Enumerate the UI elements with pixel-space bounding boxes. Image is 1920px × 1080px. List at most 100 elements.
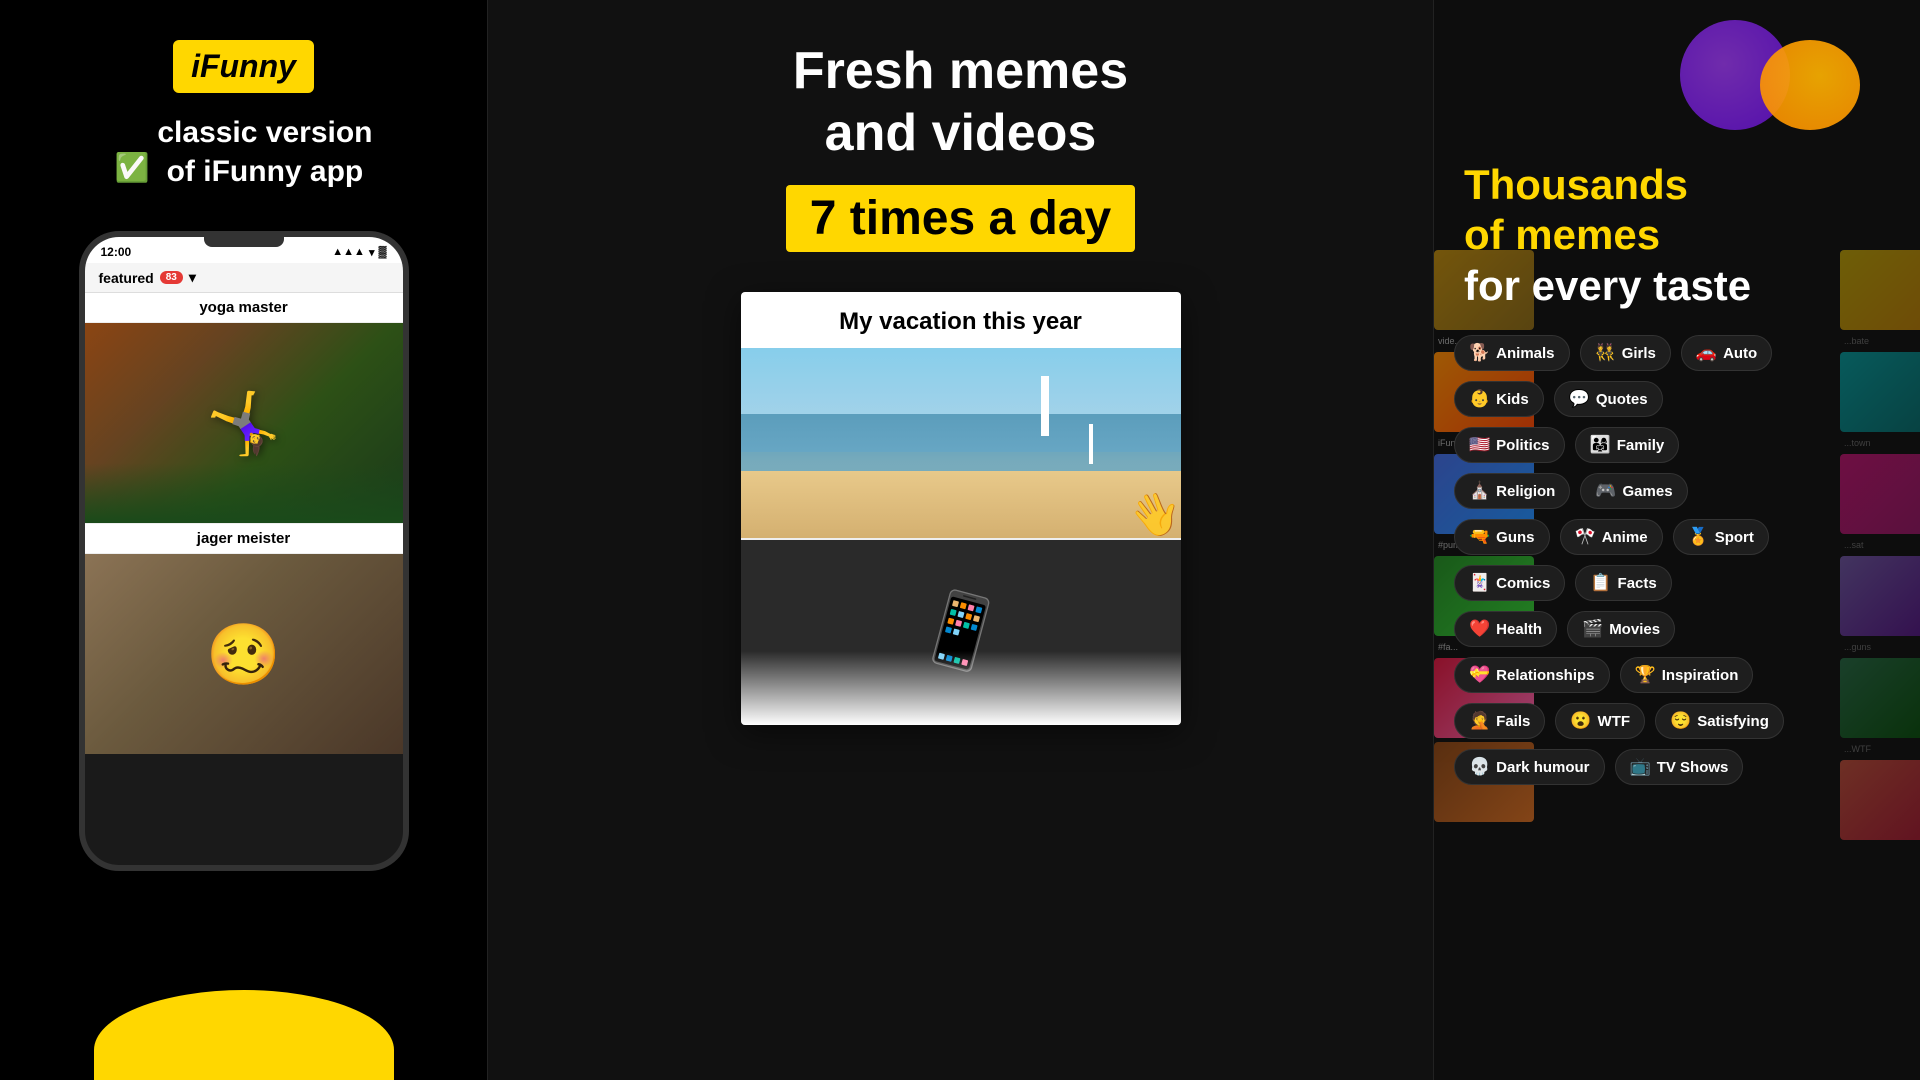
yellow-accent bbox=[94, 990, 394, 1080]
meme-card-bottom-image: 📱 bbox=[741, 540, 1181, 725]
cat-icon-kids: 👶 bbox=[1469, 389, 1490, 409]
cat-pill-tv-shows[interactable]: 📺TV Shows bbox=[1615, 749, 1744, 785]
cat-pill-auto[interactable]: 🚗 Auto bbox=[1681, 335, 1772, 371]
phone-mockup: 12:00 ▲▲▲ ▾ ▓ featured 83 ▾ yoga master … bbox=[79, 231, 409, 871]
cat-label-comics: Comics bbox=[1496, 575, 1550, 592]
cat-icon-auto: 🚗 bbox=[1696, 343, 1717, 363]
dropdown-icon: ▾ bbox=[189, 269, 196, 286]
cat-pill-wtf[interactable]: 😮 WTF bbox=[1555, 703, 1645, 739]
cat-icon-tv shows: 📺 bbox=[1630, 757, 1651, 777]
cat-label-family: Family bbox=[1617, 437, 1665, 454]
cat-pill-inspiration[interactable]: 🏆 Inspiration bbox=[1620, 657, 1754, 693]
beach-scene: 🖐️ bbox=[741, 348, 1181, 538]
cat-icon-animals: 🐕 bbox=[1469, 343, 1490, 363]
logo-area: iFunny bbox=[173, 40, 314, 93]
cat-icon-relationships: 💝 bbox=[1469, 665, 1490, 685]
cat-icon-health: ❤️ bbox=[1469, 619, 1490, 639]
jager-figure-icon: 🥴 bbox=[206, 619, 281, 690]
notification-badge: 83 bbox=[160, 271, 183, 284]
cat-label-quotes: Quotes bbox=[1596, 391, 1648, 408]
middle-title: Fresh memes and videos bbox=[793, 40, 1128, 165]
cat-icon-fails: 🤦 bbox=[1469, 711, 1490, 731]
cat-pill-games[interactable]: 🎮Games bbox=[1580, 473, 1687, 509]
panel-middle: Fresh memes and videos 7 times a day My … bbox=[487, 0, 1434, 1080]
cat-pill-religion[interactable]: ⛪Religion bbox=[1454, 473, 1570, 509]
beach-water bbox=[741, 414, 1181, 471]
phone-time: 12:00 bbox=[101, 245, 132, 259]
bg-thumb-r2 bbox=[1840, 352, 1920, 432]
bg-label-r1: ...bate bbox=[1840, 334, 1920, 348]
cat-icon-inspiration: 🏆 bbox=[1635, 665, 1656, 685]
bg-thumb-r6 bbox=[1840, 760, 1920, 840]
lighthouse-2 bbox=[1089, 424, 1093, 464]
cat-row-2: 🇺🇸Politics 👨‍👩‍👧 Family bbox=[1454, 427, 1784, 463]
phone-status-icons: ▲▲▲ ▾ ▓ bbox=[332, 246, 386, 259]
cat-icon-guns: 🔫 bbox=[1469, 527, 1490, 547]
cat-pill-anime[interactable]: 🎌Anime bbox=[1560, 519, 1663, 555]
cat-icon-girls: 👯 bbox=[1595, 343, 1616, 363]
bg-blobs bbox=[1680, 20, 1880, 140]
blob-yellow bbox=[1760, 40, 1860, 130]
phone-nav-bar: featured 83 ▾ bbox=[85, 263, 403, 293]
cat-icon-sport: 🏅 bbox=[1688, 527, 1709, 547]
cat-pill-movies[interactable]: 🎬 Movies bbox=[1567, 611, 1675, 647]
cat-pill-comics[interactable]: 🃏 Comics bbox=[1454, 565, 1565, 601]
cat-pill-girls[interactable]: 👯 Girls bbox=[1580, 335, 1671, 371]
cat-icon-quotes: 💬 bbox=[1569, 389, 1590, 409]
cat-icon-anime: 🎌 bbox=[1575, 527, 1596, 547]
meme2-title: jager meister bbox=[85, 523, 403, 554]
cat-label-inspiration: Inspiration bbox=[1662, 667, 1739, 684]
verified-icon: ✅ bbox=[114, 151, 149, 184]
cat-icon-dark humour: 💀 bbox=[1469, 757, 1490, 777]
cat-icon-satisfying: 😌 bbox=[1670, 711, 1691, 731]
cat-row-8: 🤦 Fails 😮 WTF 😌Satisfying bbox=[1454, 703, 1784, 739]
cat-icon-comics: 🃏 bbox=[1469, 573, 1490, 593]
cat-pill-quotes[interactable]: 💬 Quotes bbox=[1554, 381, 1663, 417]
meme1-title: yoga master bbox=[85, 293, 403, 323]
yoga-figure-icon: 🤸‍♀️ bbox=[206, 388, 281, 459]
bg-thumb-r1 bbox=[1840, 250, 1920, 330]
cat-label-wtf: WTF bbox=[1598, 713, 1630, 730]
cat-pill-family[interactable]: 👨‍👩‍👧 Family bbox=[1575, 427, 1680, 463]
cat-pill-politics[interactable]: 🇺🇸Politics bbox=[1454, 427, 1565, 463]
cat-label-relationships: Relationships bbox=[1496, 667, 1594, 684]
bg-thumb-r4 bbox=[1840, 556, 1920, 636]
cat-icon-family: 👨‍👩‍👧 bbox=[1590, 435, 1611, 455]
cat-label-girls: Girls bbox=[1622, 345, 1656, 362]
meme-card-top-image: 🖐️ bbox=[741, 348, 1181, 538]
cat-label-auto: Auto bbox=[1723, 345, 1757, 362]
bg-content-right: ...bate ...town ...sat ...guns ...WTF bbox=[1840, 250, 1920, 840]
meme-card: My vacation this year 🖐️ 📱 bbox=[741, 292, 1181, 725]
app-logo: iFunny bbox=[173, 40, 314, 93]
cat-label-facts: Facts bbox=[1618, 575, 1657, 592]
beach-sand bbox=[741, 471, 1181, 538]
cat-pill-fails[interactable]: 🤦 Fails bbox=[1454, 703, 1545, 739]
cat-pill-dark-humour[interactable]: 💀Dark humour bbox=[1454, 749, 1605, 785]
cat-pill-kids[interactable]: 👶 Kids bbox=[1454, 381, 1544, 417]
cat-label-sport: Sport bbox=[1715, 529, 1754, 546]
cat-label-animals: Animals bbox=[1496, 345, 1554, 362]
cat-icon-wtf: 😮 bbox=[1570, 711, 1591, 731]
cat-row-7: 💝 Relationships 🏆 Inspiration bbox=[1454, 657, 1784, 693]
panel-left: iFunny ✅ classic version of iFunny app 1… bbox=[0, 0, 487, 1080]
cat-pill-facts[interactable]: 📋Facts bbox=[1575, 565, 1671, 601]
cat-pill-animals[interactable]: 🐕 Animals bbox=[1454, 335, 1570, 371]
bg-thumb-r3 bbox=[1840, 454, 1920, 534]
cat-icon-movies: 🎬 bbox=[1582, 619, 1603, 639]
cat-row-3: ⛪Religion 🎮Games bbox=[1454, 473, 1784, 509]
bg-label-r5: ...WTF bbox=[1840, 742, 1920, 756]
signal-icon: ▲▲▲ bbox=[332, 246, 365, 258]
cat-label-kids: Kids bbox=[1496, 391, 1529, 408]
cat-pill-sport[interactable]: 🏅 Sport bbox=[1673, 519, 1769, 555]
cat-row-1: 👶 Kids 💬 Quotes bbox=[1454, 381, 1784, 417]
cat-label-fails: Fails bbox=[1496, 713, 1530, 730]
panel-right: vide... iFunnyA... #pumpki... #fa... ...… bbox=[1434, 0, 1920, 1080]
cat-pill-guns[interactable]: 🔫Guns bbox=[1454, 519, 1550, 555]
bg-label-r2: ...town bbox=[1840, 436, 1920, 450]
cat-pill-satisfying[interactable]: 😌Satisfying bbox=[1655, 703, 1784, 739]
cat-label-movies: Movies bbox=[1609, 621, 1660, 638]
battery-icon: ▓ bbox=[378, 246, 386, 258]
app-tagline: classic version of iFunny app bbox=[157, 113, 372, 191]
cat-pill-health[interactable]: ❤️Health bbox=[1454, 611, 1557, 647]
cat-pill-relationships[interactable]: 💝 Relationships bbox=[1454, 657, 1610, 693]
